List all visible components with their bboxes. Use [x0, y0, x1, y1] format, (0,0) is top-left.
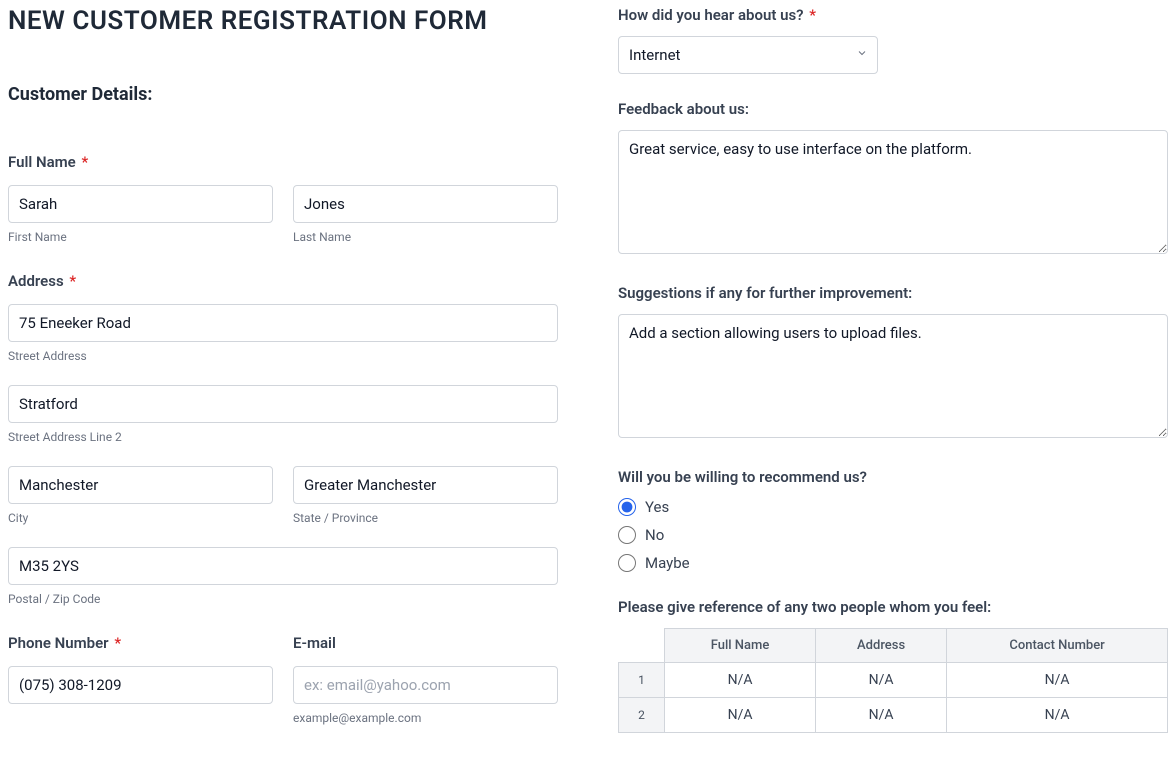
- email-field[interactable]: [293, 666, 558, 704]
- references-row-index: 1: [619, 663, 665, 698]
- references-cell[interactable]: N/A: [947, 698, 1168, 733]
- recommend-maybe-label: Maybe: [645, 554, 690, 572]
- phone-label: Phone Number *: [8, 634, 273, 652]
- postal-code-sublabel: Postal / Zip Code: [8, 592, 558, 606]
- recommend-no[interactable]: No: [618, 526, 1168, 544]
- hear-about-label: How did you hear about us? *: [618, 6, 1168, 24]
- email-label: E-mail: [293, 634, 558, 652]
- references-cell[interactable]: N/A: [816, 698, 947, 733]
- state-sublabel: State / Province: [293, 511, 558, 525]
- address-label: Address *: [8, 272, 558, 290]
- street-address-field[interactable]: [8, 304, 558, 342]
- suggestions-label: Suggestions if any for further improveme…: [618, 284, 1168, 302]
- references-cell[interactable]: N/A: [816, 663, 947, 698]
- recommend-maybe-radio[interactable]: [618, 554, 636, 572]
- required-star: *: [806, 6, 816, 24]
- postal-code-field[interactable]: [8, 547, 558, 585]
- state-field[interactable]: [293, 466, 558, 504]
- references-cell[interactable]: N/A: [665, 663, 816, 698]
- table-row: 2 N/A N/A N/A: [619, 698, 1168, 733]
- street-address-2-sublabel: Street Address Line 2: [8, 430, 558, 444]
- phone-field[interactable]: [8, 666, 273, 704]
- page-title: NEW CUSTOMER REGISTRATION FORM: [8, 6, 558, 36]
- first-name-field[interactable]: [8, 185, 273, 223]
- full-name-label: Full Name *: [8, 153, 558, 171]
- required-star: *: [111, 634, 121, 652]
- section-title: Customer Details:: [8, 84, 558, 105]
- suggestions-textarea[interactable]: [618, 314, 1168, 438]
- city-sublabel: City: [8, 511, 273, 525]
- references-header-address: Address: [816, 629, 947, 663]
- street-address-sublabel: Street Address: [8, 349, 558, 363]
- hear-about-select[interactable]: Internet: [618, 36, 878, 74]
- recommend-maybe[interactable]: Maybe: [618, 554, 1168, 572]
- required-star: *: [78, 153, 88, 171]
- recommend-yes-label: Yes: [645, 498, 669, 516]
- references-table: Full Name Address Contact Number 1 N/A N…: [618, 628, 1168, 733]
- references-cell[interactable]: N/A: [665, 698, 816, 733]
- required-star: *: [66, 272, 76, 290]
- first-name-sublabel: First Name: [8, 230, 273, 244]
- recommend-label: Will you be willing to recommend us?: [618, 468, 1168, 486]
- last-name-field[interactable]: [293, 185, 558, 223]
- feedback-textarea[interactable]: [618, 130, 1168, 254]
- street-address-2-field[interactable]: [8, 385, 558, 423]
- email-sublabel: example@example.com: [293, 711, 558, 725]
- recommend-no-radio[interactable]: [618, 526, 636, 544]
- references-header-name: Full Name: [665, 629, 816, 663]
- references-cell[interactable]: N/A: [947, 663, 1168, 698]
- recommend-no-label: No: [645, 526, 664, 544]
- last-name-sublabel: Last Name: [293, 230, 558, 244]
- feedback-label: Feedback about us:: [618, 100, 1168, 118]
- table-row: 1 N/A N/A N/A: [619, 663, 1168, 698]
- recommend-yes-radio[interactable]: [618, 498, 636, 516]
- city-field[interactable]: [8, 466, 273, 504]
- recommend-yes[interactable]: Yes: [618, 498, 1168, 516]
- references-row-index: 2: [619, 698, 665, 733]
- references-label: Please give reference of any two people …: [618, 598, 1168, 616]
- references-header-contact: Contact Number: [947, 629, 1168, 663]
